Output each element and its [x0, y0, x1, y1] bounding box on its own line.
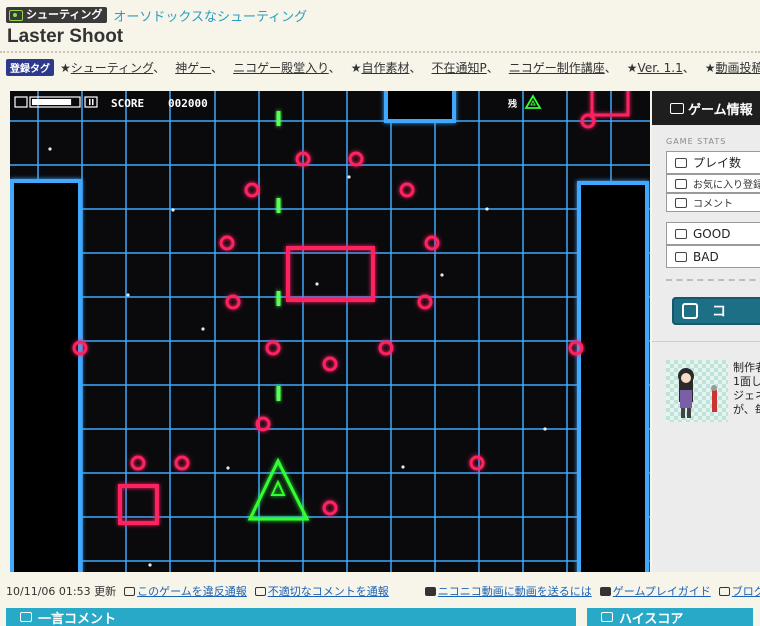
- game-background: [10, 91, 650, 572]
- side-separator: [652, 341, 760, 342]
- player-bullet: [276, 386, 281, 401]
- stat-bad[interactable]: BAD: [666, 245, 760, 268]
- star-particle: [440, 273, 444, 277]
- author-description: 制作者 1面し ジェネ が、毎: [733, 361, 760, 417]
- tag-row: 登録タグ ★シューティング、 神ゲー、 ニコゲー殿堂入り、 ★自作素材、 不在通知P、ニ…: [6, 58, 760, 76]
- side-action-button[interactable]: コ: [672, 297, 760, 325]
- updated-date: 10/11/06 01:53 更新: [6, 585, 117, 598]
- star-particle: [401, 465, 405, 469]
- report-game-link[interactable]: このゲームを違反通報: [124, 583, 247, 599]
- comment-section-header: 一言コメント: [6, 608, 576, 626]
- tag-list: ★シューティング、 神ゲー、 ニコゲー殿堂入り、 ★自作素材、 不在通知P、 ニコゲー制作…: [60, 59, 760, 76]
- tag-item[interactable]: ★動画投稿対応: [705, 61, 760, 75]
- stat-label: プレイ数: [693, 156, 742, 170]
- genre-link[interactable]: オーソドックスなシューティング: [113, 6, 307, 25]
- star-particle: [148, 563, 152, 567]
- meta-row: 10/11/06 01:53 更新 このゲームを違反通報 不適切なコメントを通報…: [6, 583, 760, 599]
- star-particle: [543, 427, 547, 431]
- report-icon: [124, 586, 136, 596]
- player-bullet: [276, 198, 281, 213]
- stat-label: GOOD: [693, 226, 731, 241]
- author-line: ジェネ: [733, 389, 760, 402]
- nicovideo-send-link[interactable]: ニコニコ動画に動画を送るには: [424, 583, 592, 599]
- star-particle: [226, 466, 230, 470]
- bad-icon: [675, 251, 687, 262]
- author-line: が、毎: [733, 403, 760, 416]
- star-particle: [126, 293, 130, 297]
- star-particle: [171, 208, 175, 212]
- author-line: 制作者: [733, 361, 760, 374]
- comment-section-title: 一言コメント: [38, 611, 117, 626]
- game-canvas[interactable]: SCORE 002000 残: [10, 91, 650, 572]
- star-particle: [315, 282, 319, 286]
- good-icon: [675, 228, 687, 239]
- side-panel-header: ゲーム情報: [652, 91, 760, 125]
- star-particle: [48, 147, 52, 151]
- stat-label: コメント: [693, 199, 733, 210]
- score-value: 002000: [168, 97, 208, 110]
- tag-item[interactable]: ★自作素材、: [351, 61, 422, 75]
- star-particle: [201, 327, 205, 331]
- comment-icon: [675, 197, 687, 208]
- tag-label: 登録タグ: [6, 58, 54, 76]
- author-line: 1面し: [733, 375, 760, 388]
- tag-item[interactable]: ニコゲー制作講座、: [509, 61, 617, 75]
- stat-good[interactable]: GOOD: [666, 222, 760, 245]
- grid-layer: [10, 91, 650, 572]
- action-icon: [682, 303, 698, 319]
- highscore-section-title: ハイスコア: [619, 611, 684, 626]
- tag-item[interactable]: ★シューティング、: [60, 61, 165, 75]
- stat-play-count: プレイ数: [666, 151, 760, 174]
- genre-badge-label: シューティング: [26, 8, 103, 21]
- right-pillar: [577, 181, 649, 572]
- player-bullet: [276, 111, 281, 126]
- genre-badge[interactable]: シューティング: [6, 7, 108, 23]
- side-panel: ゲーム情報 GAME STATS プレイ数 お気に入り登録 コメント GOOD …: [652, 91, 760, 572]
- trophy-icon: [601, 612, 613, 622]
- stat-favorites: お気に入り登録: [666, 174, 760, 193]
- stats-label: GAME STATS: [666, 137, 727, 146]
- player-bullet: [276, 291, 281, 306]
- genre-row: シューティング オーソドックスなシューティング: [6, 6, 307, 25]
- left-pillar: [10, 179, 82, 572]
- tag-item[interactable]: ★Ver. 1.1、: [627, 61, 695, 75]
- author-avatar[interactable]: [666, 360, 728, 422]
- report-comment-link[interactable]: 不適切なコメントを通報: [254, 583, 389, 599]
- list-icon: [675, 178, 687, 189]
- blog-icon: [718, 586, 730, 596]
- play-guide-link[interactable]: ゲームプレイガイド: [599, 583, 711, 599]
- game-genre-icon: [9, 9, 23, 21]
- side-divider: [666, 279, 760, 281]
- star-particle: [485, 207, 489, 211]
- game-info-icon: [670, 102, 684, 114]
- gamepad-icon: [599, 586, 611, 596]
- side-panel-title: ゲーム情報: [688, 102, 753, 118]
- tag-item[interactable]: 神ゲー、: [175, 61, 223, 75]
- side-action-label: コ: [712, 304, 726, 320]
- stat-comments: コメント: [666, 193, 760, 212]
- top-block: [384, 91, 456, 123]
- star-particle: [347, 175, 351, 179]
- report-icon: [254, 586, 266, 596]
- stat-label: お気に入り登録: [693, 180, 760, 191]
- blog-link[interactable]: ブログ: [718, 583, 760, 599]
- tag-item[interactable]: 不在通知P、: [431, 61, 498, 75]
- gamepad-icon: [675, 157, 687, 168]
- stat-label: BAD: [693, 249, 719, 264]
- highscore-section-header: ハイスコア: [587, 608, 753, 626]
- game-scene[interactable]: SCORE 002000 残: [10, 91, 650, 572]
- score-label: SCORE: [111, 97, 144, 110]
- tag-item[interactable]: ニコゲー殿堂入り、: [233, 61, 341, 75]
- tv-icon: [424, 586, 436, 596]
- title-divider: [0, 51, 760, 53]
- comment-icon: [20, 612, 32, 622]
- page-title: Laster Shoot: [7, 26, 124, 47]
- lives-label: 残: [508, 98, 517, 110]
- volume-fill: [32, 99, 72, 105]
